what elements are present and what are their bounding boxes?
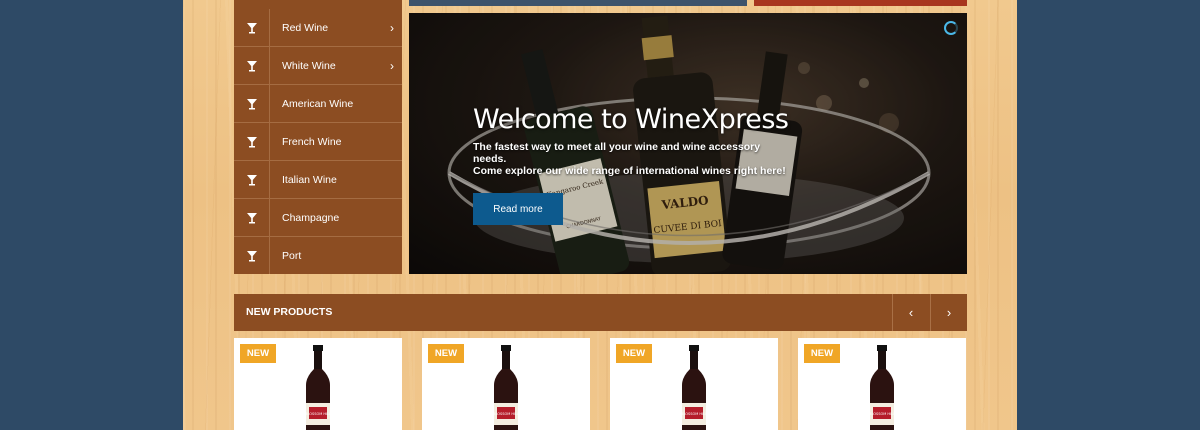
hero-slider[interactable]: Kangaroo Creek CHARDONNAY VALDO CUVEE DI… [409, 13, 967, 274]
wine-glass-icon [246, 136, 257, 147]
bottle-brand-label: BLOSSOM HILL [305, 412, 331, 416]
wine-glass-icon [246, 212, 257, 223]
new-badge: NEW [240, 344, 276, 363]
sidebar-item-label: American Wine [282, 97, 354, 110]
chevron-left-icon: ‹ [908, 305, 914, 320]
carousel-prev-button[interactable]: ‹ [892, 294, 929, 331]
new-badge: NEW [616, 344, 652, 363]
new-badge: NEW [428, 344, 464, 363]
new-products-header: NEW PRODUCTS ‹ › [234, 294, 967, 331]
sidebar-item-french-wine[interactable]: French Wine [234, 123, 402, 161]
product-card[interactable]: NEW BLOSSOM HILL [234, 338, 402, 430]
sidebar-item-label: Port [282, 250, 302, 262]
wine-glass-icon [246, 251, 257, 262]
hero-subtitle-line-1: The fastest way to meet all your wine an… [473, 141, 761, 165]
product-card[interactable]: NEW BLOSSOM HILL [610, 338, 778, 430]
wine-glass-icon [246, 22, 257, 33]
wine-bottle-image: BLOSSOM HILL [305, 345, 331, 430]
chevron-right-icon: › [390, 58, 394, 73]
bottle-brand-label: BLOSSOM HILL [681, 412, 707, 416]
sidebar-item-white-wine[interactable]: White Wine › [234, 47, 402, 85]
top-banner-red[interactable] [754, 0, 967, 6]
chevron-right-icon: › [390, 20, 394, 35]
bottle-brand-label: BLOSSOM HILL [493, 412, 519, 416]
sidebar-item-label: Red Wine [282, 21, 329, 34]
carousel-next-button[interactable]: › [930, 294, 967, 331]
sidebar-item-champagne[interactable]: Champagne [234, 199, 402, 237]
chevron-right-icon: › [946, 305, 952, 320]
sidebar-item-label: French Wine [282, 135, 342, 148]
product-card[interactable]: NEW BLOSSOM HILL [422, 338, 590, 430]
wine-glass-icon [246, 98, 257, 109]
product-card[interactable]: NEW BLOSSOM HILL [798, 338, 966, 430]
sidebar-item-label: Champagne [282, 211, 340, 224]
bottle-brand-label: BLOSSOM HILL [869, 412, 895, 416]
hero-title: Welcome to WineXpress [473, 104, 789, 135]
sidebar-item-american-wine[interactable]: American Wine [234, 85, 402, 123]
section-title: NEW PRODUCTS [246, 306, 333, 318]
sidebar-item-port[interactable]: Port [234, 237, 402, 275]
hero-subtitle-line-2: Come explore our wide range of internati… [473, 165, 786, 177]
wine-bottle-image: BLOSSOM HILL [493, 345, 519, 430]
read-more-button[interactable]: Read more [473, 193, 563, 225]
top-banner-blue[interactable] [409, 0, 747, 6]
wine-bottle-image: BLOSSOM HILL [681, 345, 707, 430]
category-sidebar: Red Wine › White Wine › American Wine Fr… [234, 0, 402, 275]
sidebar-item-red-wine[interactable]: Red Wine › [234, 9, 402, 47]
loading-spinner-icon [944, 21, 958, 35]
new-badge: NEW [804, 344, 840, 363]
wine-glass-icon [246, 174, 257, 185]
hero-subtitle: The fastest way to meet all your wine an… [473, 141, 793, 177]
wine-bottle-image: BLOSSOM HILL [869, 345, 895, 430]
sidebar-item-label: Italian Wine [282, 173, 337, 186]
sidebar-item-italian-wine[interactable]: Italian Wine [234, 161, 402, 199]
sidebar-item-label: White Wine [282, 59, 336, 72]
wine-glass-icon [246, 60, 257, 71]
